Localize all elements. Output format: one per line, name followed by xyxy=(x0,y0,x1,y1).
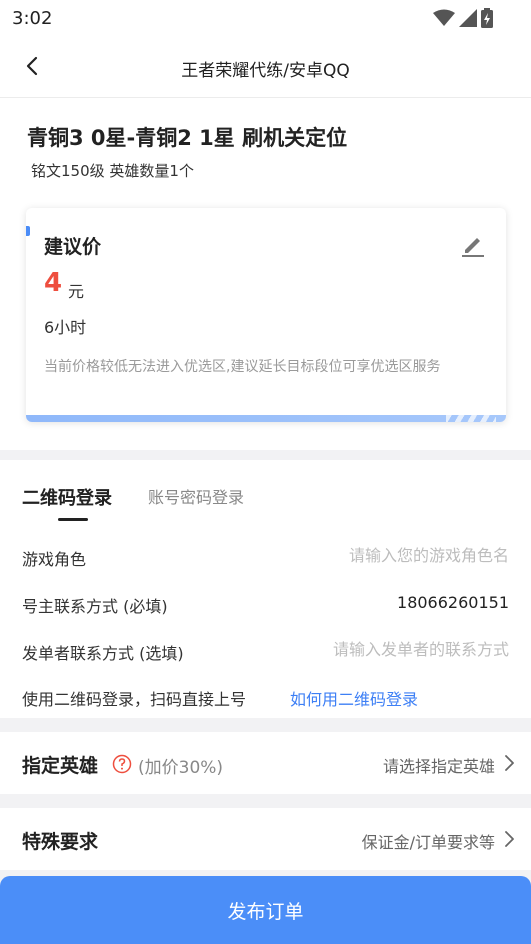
qr-help-link[interactable]: 如何用二维码登录 xyxy=(290,686,418,710)
owner-contact-input[interactable] xyxy=(269,593,509,612)
status-bar: 3:02 xyxy=(0,0,531,36)
login-section: 二维码登录 账号密码登录 游戏角色 号主联系方式 (必填) 发单者联系方式 (选… xyxy=(0,460,531,718)
help-icon[interactable] xyxy=(112,754,132,774)
battery-icon xyxy=(481,8,493,28)
price-card: 建议价 4 元 6小时 当前价格较低无法进入优选区,建议延长目标段位可享优选区服… xyxy=(26,208,506,422)
chevron-right-icon xyxy=(505,831,514,847)
hero-row-title: 指定英雄 xyxy=(22,755,99,777)
special-row[interactable]: 特殊要求 保证金/订单要求等 xyxy=(0,808,531,870)
hero-row[interactable]: 指定英雄 (加价30%) 请选择指定英雄 xyxy=(0,732,531,794)
price-hint: 当前价格较低无法进入优选区,建议延长目标段位可享优选区服务 xyxy=(44,359,441,375)
form-row-issuer-contact: 发单者联系方式 (选填) xyxy=(22,640,509,664)
wifi-icon xyxy=(433,9,455,26)
status-icons xyxy=(433,8,493,28)
order-subtitle: 铭文150级 英雄数量1个 xyxy=(31,162,194,180)
special-row-value: 保证金/订单要求等 xyxy=(361,833,495,852)
page-title: 王者荣耀代练/安卓QQ xyxy=(181,61,350,81)
tab-underline xyxy=(58,518,88,521)
order-header: 青铜3 0星-青铜2 1星 刷机关定位 铭文150级 英雄数量1个 建议价 4 … xyxy=(0,98,531,450)
card-tag xyxy=(26,226,30,236)
price-value: 4 xyxy=(44,268,63,298)
hero-row-value: 请选择指定英雄 xyxy=(382,757,495,776)
role-label: 游戏角色 xyxy=(22,550,87,569)
order-title: 青铜3 0星-青铜2 1星 刷机关定位 xyxy=(27,126,348,150)
chevron-right-icon xyxy=(505,755,514,771)
status-time: 3:02 xyxy=(12,8,53,29)
duration: 6小时 xyxy=(44,318,87,337)
role-input[interactable] xyxy=(269,546,509,565)
submit-order-button[interactable]: 发布订单 xyxy=(0,876,531,944)
tab-qr-login[interactable]: 二维码登录 xyxy=(22,484,112,510)
price-unit: 元 xyxy=(68,282,85,301)
form-row-owner-contact: 号主联系方式 (必填) xyxy=(22,593,509,617)
price-card-title: 建议价 xyxy=(44,236,102,258)
hero-row-extra: (加价30%) xyxy=(138,758,224,778)
owner-contact-label: 号主联系方式 (必填) xyxy=(22,597,168,616)
nav-bar: 王者荣耀代练/安卓QQ xyxy=(0,36,531,98)
tab-password-login[interactable]: 账号密码登录 xyxy=(148,484,244,508)
signal-icon xyxy=(459,9,477,27)
card-bottom-bar xyxy=(26,415,506,422)
form-row-role: 游戏角色 xyxy=(22,546,509,570)
qr-note: 使用二维码登录，扫码直接上号 xyxy=(22,690,247,709)
issuer-contact-input[interactable] xyxy=(269,640,509,659)
issuer-contact-label: 发单者联系方式 (选填) xyxy=(22,644,184,663)
edit-icon[interactable] xyxy=(460,232,486,258)
special-row-title: 特殊要求 xyxy=(22,831,99,853)
